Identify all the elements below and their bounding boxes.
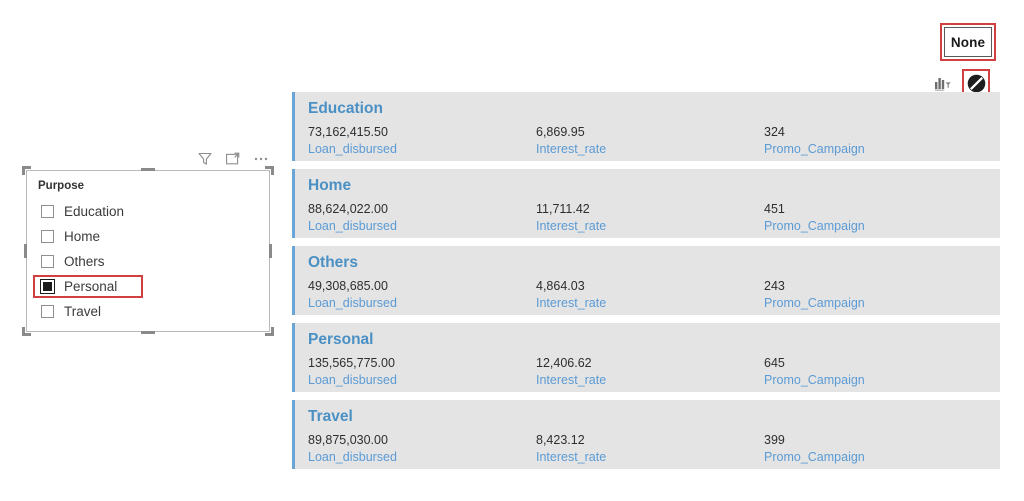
resize-handle-bottom-left[interactable] — [22, 327, 31, 336]
slicer-item-education[interactable]: Education — [38, 199, 264, 224]
card-field-label: Interest_rate — [536, 450, 607, 464]
purpose-slicer-visual[interactable]: Purpose Education Home Others Personal T… — [22, 152, 274, 336]
card-value: 12,406.62 — [536, 356, 592, 370]
none-interaction-button-group: None — [940, 23, 996, 61]
slicer-item-label: Home — [64, 229, 101, 244]
card-field-loan-disbursed: 135,565,775.00 Loan_disbursed — [308, 355, 536, 389]
card-field-label: Loan_disbursed — [308, 450, 397, 464]
card-field-label: Promo_Campaign — [764, 373, 865, 387]
card-field-label: Loan_disbursed — [308, 142, 397, 156]
checkbox-checked-icon[interactable] — [40, 279, 55, 294]
card-field-label: Interest_rate — [536, 219, 607, 233]
card-accent-bar — [292, 323, 295, 392]
card-row[interactable]: Home 88,624,022.00 Loan_disbursed 11,711… — [292, 169, 1000, 238]
card-accent-bar — [292, 92, 295, 161]
card-field-loan-disbursed: 89,875,030.00 Loan_disbursed — [308, 432, 536, 466]
slicer-header-icons — [196, 150, 269, 167]
card-accent-bar — [292, 246, 295, 315]
card-value: 6,869.95 — [536, 125, 585, 139]
checkbox-unchecked-icon[interactable] — [41, 205, 54, 218]
card-field-loan-disbursed: 49,308,685.00 Loan_disbursed — [308, 278, 536, 312]
card-value: 89,875,030.00 — [308, 433, 388, 447]
card-value: 645 — [764, 356, 785, 370]
checkbox-unchecked-icon[interactable] — [41, 230, 54, 243]
card-field-label: Loan_disbursed — [308, 219, 397, 233]
card-field-label: Promo_Campaign — [764, 219, 865, 233]
cross-filter-bar-chart-icon[interactable] — [932, 72, 954, 94]
card-value: 73,162,415.50 — [308, 125, 388, 139]
slicer-item-label: Personal — [64, 279, 118, 294]
focus-mode-icon[interactable] — [224, 150, 241, 167]
card-columns: 73,162,415.50 Loan_disbursed 6,869.95 In… — [308, 124, 1000, 158]
slicer-item-others[interactable]: Others — [38, 249, 264, 274]
resize-handle-top-left[interactable] — [22, 166, 31, 175]
slicer-item-label: Travel — [64, 304, 102, 319]
card-field-label: Interest_rate — [536, 142, 607, 156]
card-field-loan-disbursed: 73,162,415.50 Loan_disbursed — [308, 124, 536, 158]
card-value: 243 — [764, 279, 785, 293]
none-button-highlight — [940, 23, 996, 61]
card-value: 451 — [764, 202, 785, 216]
card-accent-bar — [292, 169, 295, 238]
card-row[interactable]: Personal 135,565,775.00 Loan_disbursed 1… — [292, 323, 1000, 392]
resize-handle-bottom-middle[interactable] — [141, 331, 155, 334]
card-row[interactable]: Others 49,308,685.00 Loan_disbursed 4,86… — [292, 246, 1000, 315]
card-field-promo-campaign: 399 Promo_Campaign — [764, 432, 992, 466]
slicer-item-label: Others — [64, 254, 105, 269]
card-value: 11,711.42 — [536, 202, 590, 216]
card-title: Home — [308, 177, 352, 194]
card-row[interactable]: Education 73,162,415.50 Loan_disbursed 6… — [292, 92, 1000, 161]
slicer-item-home[interactable]: Home — [38, 224, 264, 249]
card-title: Others — [308, 254, 358, 271]
card-columns: 49,308,685.00 Loan_disbursed 4,864.03 In… — [308, 278, 1000, 312]
card-field-label: Promo_Campaign — [764, 296, 865, 310]
card-value: 88,624,022.00 — [308, 202, 388, 216]
slicer-item-label: Education — [64, 204, 125, 219]
card-field-interest-rate: 4,864.03 Interest_rate — [536, 278, 764, 312]
filter-funnel-icon[interactable] — [196, 150, 213, 167]
card-columns: 89,875,030.00 Loan_disbursed 8,423.12 In… — [308, 432, 1000, 466]
multi-row-card-visual[interactable]: Education 73,162,415.50 Loan_disbursed 6… — [292, 92, 1000, 477]
slicer-item-list: Education Home Others Personal Travel — [33, 199, 264, 324]
resize-handle-top-right[interactable] — [265, 166, 274, 175]
resize-handle-top-middle[interactable] — [141, 168, 155, 171]
card-field-loan-disbursed: 88,624,022.00 Loan_disbursed — [308, 201, 536, 235]
card-value: 8,423.12 — [536, 433, 585, 447]
resize-handle-right-middle[interactable] — [269, 244, 272, 258]
card-value: 399 — [764, 433, 785, 447]
card-field-interest-rate: 11,711.42 Interest_rate — [536, 201, 764, 235]
slicer-item-travel[interactable]: Travel — [38, 299, 264, 324]
card-field-interest-rate: 8,423.12 Interest_rate — [536, 432, 764, 466]
card-row[interactable]: Travel 89,875,030.00 Loan_disbursed 8,42… — [292, 400, 1000, 469]
card-title: Education — [308, 100, 383, 117]
resize-handle-left-middle[interactable] — [24, 244, 27, 258]
more-options-icon[interactable] — [252, 150, 269, 167]
card-value: 49,308,685.00 — [308, 279, 388, 293]
card-field-promo-campaign: 645 Promo_Campaign — [764, 355, 992, 389]
card-field-label: Promo_Campaign — [764, 450, 865, 464]
card-field-label: Interest_rate — [536, 373, 607, 387]
card-field-promo-campaign: 243 Promo_Campaign — [764, 278, 992, 312]
card-value: 324 — [764, 125, 785, 139]
slicer-title: Purpose — [38, 180, 85, 192]
card-field-label: Promo_Campaign — [764, 142, 865, 156]
card-field-interest-rate: 12,406.62 Interest_rate — [536, 355, 764, 389]
card-accent-bar — [292, 400, 295, 469]
card-field-label: Interest_rate — [536, 296, 607, 310]
card-field-label: Loan_disbursed — [308, 296, 397, 310]
card-field-label: Loan_disbursed — [308, 373, 397, 387]
card-columns: 135,565,775.00 Loan_disbursed 12,406.62 … — [308, 355, 1000, 389]
resize-handle-bottom-right[interactable] — [265, 327, 274, 336]
card-title: Personal — [308, 331, 374, 348]
card-field-promo-campaign: 451 Promo_Campaign — [764, 201, 992, 235]
checkbox-unchecked-icon[interactable] — [41, 255, 54, 268]
card-field-interest-rate: 6,869.95 Interest_rate — [536, 124, 764, 158]
slicer-item-personal[interactable]: Personal — [33, 274, 264, 299]
card-value: 135,565,775.00 — [308, 356, 395, 370]
card-field-promo-campaign: 324 Promo_Campaign — [764, 124, 992, 158]
card-title: Travel — [308, 408, 353, 425]
card-columns: 88,624,022.00 Loan_disbursed 11,711.42 I… — [308, 201, 1000, 235]
card-value: 4,864.03 — [536, 279, 585, 293]
checkbox-unchecked-icon[interactable] — [41, 305, 54, 318]
